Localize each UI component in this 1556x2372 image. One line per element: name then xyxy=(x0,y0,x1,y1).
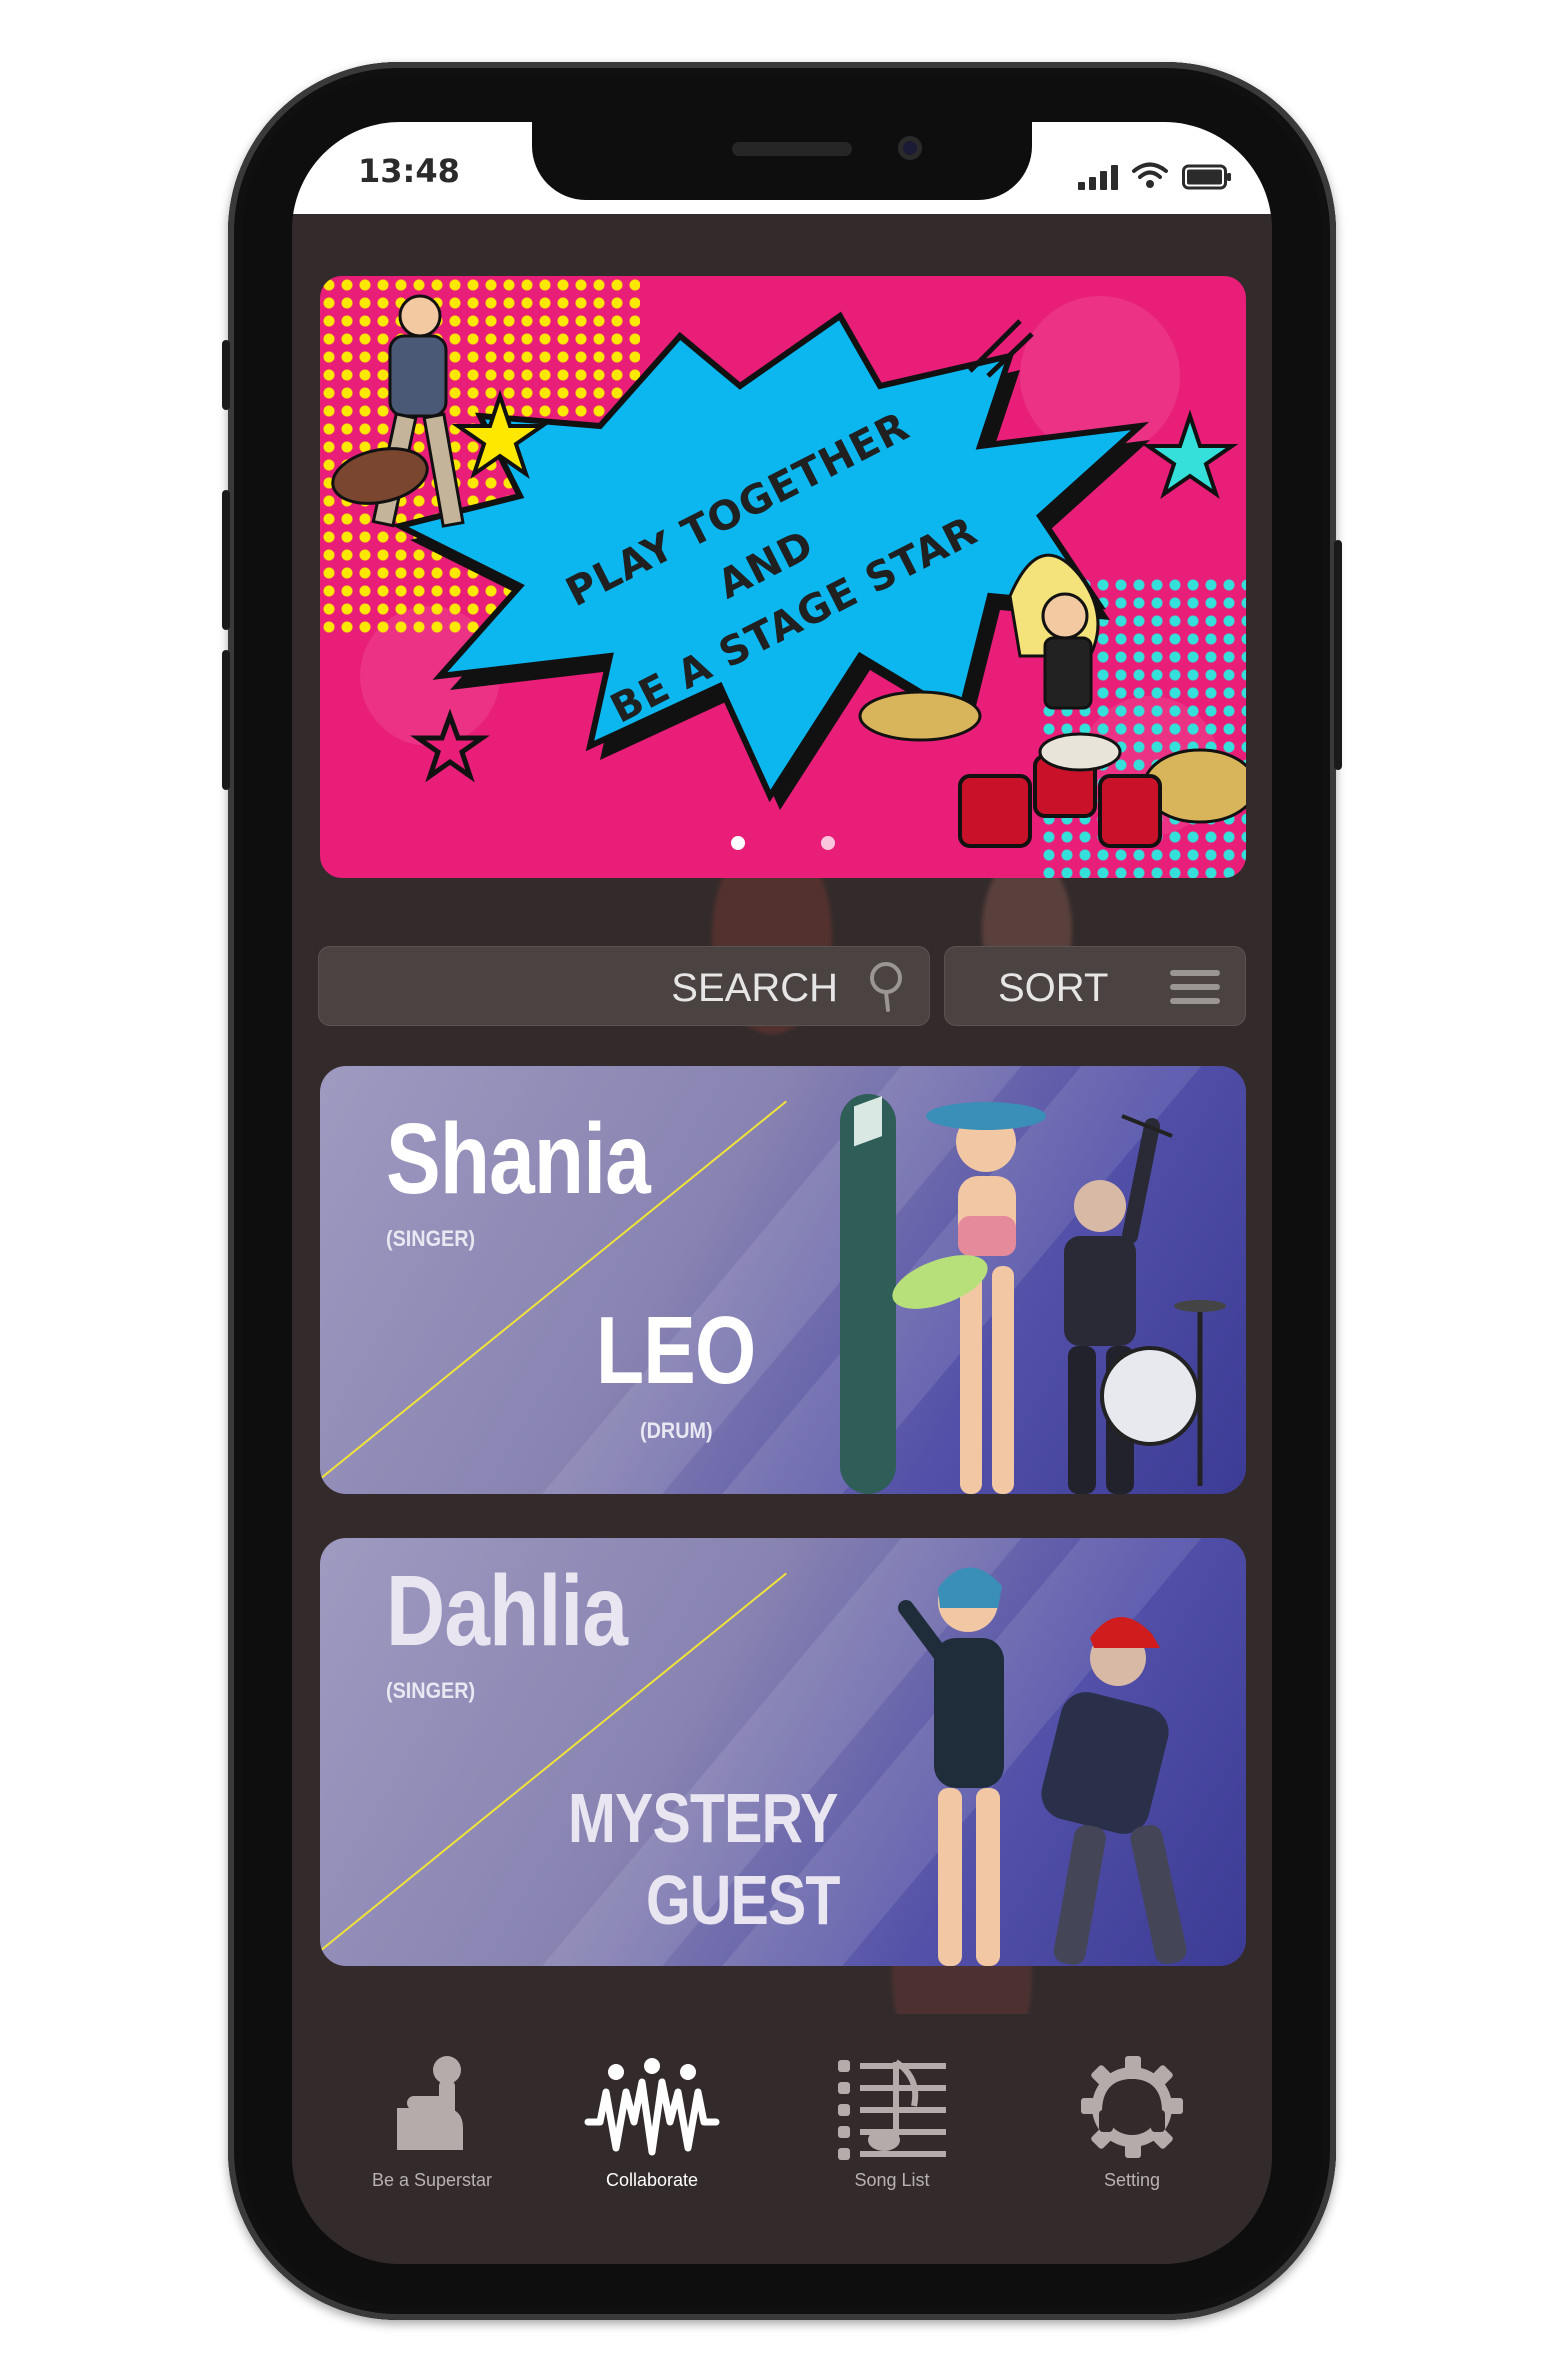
microphone-hand-icon xyxy=(397,2056,463,2150)
collab-card[interactable]: Shania (SINGER) LEO (DRUM) xyxy=(320,1066,1246,1494)
sort-button[interactable]: SORT xyxy=(944,946,1246,1026)
card-name-secondary-line1: MYSTERY xyxy=(568,1779,838,1857)
power-button xyxy=(1334,540,1342,770)
volume-up-button xyxy=(222,340,230,410)
nav-collaborate[interactable]: Collaborate xyxy=(552,2052,752,2191)
nav-label: Be a Superstar xyxy=(371,2170,493,2190)
carousel-dot[interactable] xyxy=(821,836,835,850)
card-name-primary: Shania xyxy=(386,1103,651,1215)
gear-headphones-icon xyxy=(1081,2056,1183,2158)
volume-down-button xyxy=(222,490,230,630)
search-icon xyxy=(870,962,902,1012)
card-name-secondary: LEO xyxy=(596,1297,756,1404)
collab-card[interactable]: Dahlia (SINGER) MYSTERY GUEST xyxy=(320,1538,1246,1966)
front-camera-icon xyxy=(898,136,922,160)
nav-label: Collaborate xyxy=(605,2170,699,2190)
nav-setting[interactable]: Setting xyxy=(1032,2052,1232,2191)
card-name-secondary-line2: GUEST xyxy=(646,1861,840,1939)
song-list-icon xyxy=(838,2059,946,2160)
phone-screen: 13:48 PLAY TOGETHER AND BE A STAGE STAR … xyxy=(292,122,1272,2264)
star-cyan-icon xyxy=(1141,409,1239,500)
bottom-nav: Be a Superstar Collaborate Song List Set… xyxy=(292,2014,1272,2264)
promo-banner[interactable]: PLAY TOGETHER AND BE A STAGE STAR xyxy=(320,276,1246,878)
hamburger-menu-icon xyxy=(1170,970,1220,1004)
status-icons xyxy=(1078,150,1232,190)
nav-song-list[interactable]: Song List xyxy=(792,2052,992,2191)
notch xyxy=(532,122,1032,200)
card-name-primary: Dahlia xyxy=(386,1555,628,1667)
carousel-dot[interactable] xyxy=(731,836,745,850)
nav-be-a-superstar[interactable]: Be a Superstar xyxy=(332,2052,532,2191)
characters-illustration xyxy=(898,1567,1187,1966)
card-role-primary: (SINGER) xyxy=(386,1226,476,1251)
nav-label: Setting xyxy=(1103,2170,1161,2190)
carousel-dots[interactable] xyxy=(320,836,1246,850)
status-bar: 13:48 xyxy=(292,122,1272,214)
collaborate-people-icon xyxy=(584,2058,720,2156)
guitarist-illustration xyxy=(331,294,465,528)
card-role-primary: (SINGER) xyxy=(386,1678,476,1703)
search-label: SEARCH xyxy=(671,966,838,1010)
content-area: PLAY TOGETHER AND BE A STAGE STAR SEARCH… xyxy=(292,214,1272,2014)
status-time: 13:48 xyxy=(358,152,460,190)
speaker-grille xyxy=(732,142,852,156)
sort-label: SORT xyxy=(998,966,1109,1010)
card-role-secondary: (DRUM) xyxy=(640,1418,713,1443)
characters-illustration xyxy=(840,1094,1226,1494)
search-input[interactable]: SEARCH xyxy=(318,946,930,1026)
wifi-icon xyxy=(1132,162,1168,188)
battery-icon xyxy=(1182,164,1231,190)
nav-label: Song List xyxy=(854,2170,930,2190)
star-pink-icon xyxy=(410,708,490,783)
cellular-signal-icon xyxy=(1078,164,1118,190)
silent-switch xyxy=(222,650,230,790)
